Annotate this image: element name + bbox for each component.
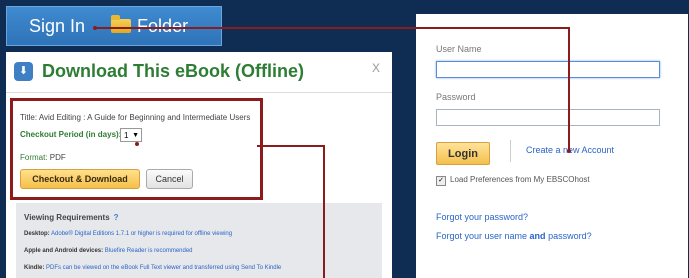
apps-requirement: Apple and Android devices: Bluefire Read… [24,248,193,254]
close-icon[interactable]: X [372,61,380,75]
folder-icon [111,15,132,33]
callout-line-vertical [568,27,570,151]
format-value: PDF [49,153,66,162]
kindle-text[interactable]: PDFs can be viewed on the eBook Full Tex… [46,265,281,271]
password-label: Password [436,92,476,102]
username-input[interactable] [436,61,660,78]
download-ebook-dialog: ⬇ Download This eBook (Offline) X Title:… [6,52,392,278]
callout-dot [93,26,97,30]
forgot-password-link[interactable]: Forgot your password? [436,212,528,222]
callout-line-horizontal [95,27,570,29]
kindle-requirement: Kindle: PDFs can be viewed on the eBook … [24,265,281,271]
load-preferences-label: Load Preferences from My EBSCOhost [450,175,590,184]
desktop-label: Desktop: [24,231,50,237]
forgot-both-and: and [529,231,546,241]
callout-line-vertical [323,145,325,278]
chevron-down-icon: ▼ [132,132,139,139]
kindle-label: Kindle: [24,265,45,271]
cancel-button[interactable]: Cancel [146,169,193,189]
format-row: Format: PDF [20,153,66,162]
top-nav-bar: Sign In Folder [6,6,222,46]
info-icon[interactable]: ? [114,213,119,222]
sign-in-link[interactable]: Sign In [29,16,85,37]
callout-dot [135,142,139,146]
apps-text[interactable]: Bluefire Reader is recommended [105,248,193,254]
checkout-period-select[interactable]: 1 ▼ [120,128,142,142]
download-icon: ⬇ [14,62,33,81]
checkout-period-value: 1 [124,131,129,140]
requirements-title-text: Viewing Requirements [24,213,110,222]
dialog-title: Download This eBook (Offline) [42,61,304,81]
forgot-both-suffix: password? [545,231,592,241]
divider [6,92,392,93]
checkout-download-button[interactable]: Checkout & Download [20,169,140,189]
username-label: User Name [436,44,482,54]
desktop-requirement: Desktop: Adobe® Digital Editions 1.7.1 o… [24,231,232,237]
forgot-both-prefix: Forgot your user name [436,231,530,241]
callout-dot [567,149,571,153]
checkout-form-highlight: Title: Avid Editing : A Guide for Beginn… [10,98,263,200]
checkout-period-label: Checkout Period (in days): [20,130,122,139]
apps-label: Apple and Android devices: [24,248,104,254]
desktop-text[interactable]: Adobe® Digital Editions 1.7.1 or higher … [51,231,232,237]
password-input[interactable] [436,109,660,126]
format-label: Format: [20,153,48,162]
callout-line-horizontal [257,145,325,147]
viewing-requirements-panel: Viewing Requirements? Desktop: Adobe® Di… [16,203,382,278]
forgot-username-password-link[interactable]: Forgot your user name and password? [436,231,592,241]
folder-link[interactable]: Folder [137,16,188,37]
login-button[interactable]: Login [436,142,490,165]
requirements-title: Viewing Requirements? [24,213,119,222]
login-panel: User Name Password Login Create a new Ac… [416,14,688,278]
book-title: Title: Avid Editing : A Guide for Beginn… [20,113,251,122]
load-preferences-checkbox[interactable]: ✓ [436,176,446,186]
divider [510,140,511,162]
